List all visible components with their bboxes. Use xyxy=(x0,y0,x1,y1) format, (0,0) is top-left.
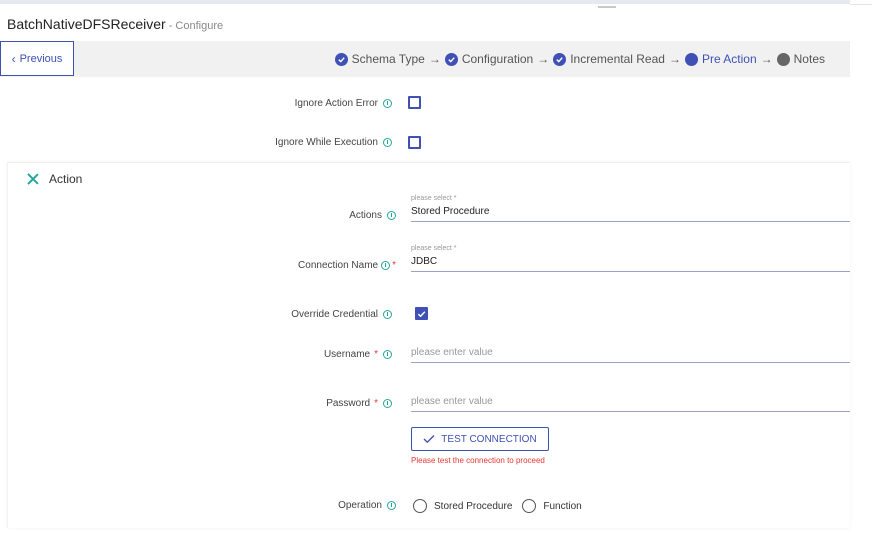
step-configuration[interactable]: Configuration xyxy=(444,52,534,66)
active-step-circle-icon xyxy=(684,52,698,66)
ignore-action-error-label: Ignore Action Error xyxy=(294,97,378,109)
page-title: BatchNativeDFSReceiver - Configure xyxy=(7,16,223,36)
step-arrow: → xyxy=(668,52,681,66)
step-arrow: → xyxy=(537,52,550,66)
check-circle-icon xyxy=(444,52,458,66)
actions-value: Stored Procedure xyxy=(411,206,490,217)
action-panel-header: Action xyxy=(27,172,82,186)
actions-underline xyxy=(411,221,850,222)
drag-handle[interactable] xyxy=(598,6,616,8)
actions-label: Actions xyxy=(349,209,382,221)
info-icon[interactable] xyxy=(387,210,396,220)
info-icon[interactable] xyxy=(383,349,392,359)
connection-name-hint: please select * xyxy=(411,245,457,252)
override-credential-checkbox[interactable] xyxy=(415,307,428,320)
step-label: Pre Action xyxy=(701,52,757,66)
step-label: Configuration xyxy=(461,52,534,66)
password-label-row: Password * xyxy=(200,396,392,410)
previous-label: Previous xyxy=(19,52,63,65)
password-label: Password xyxy=(326,397,371,409)
connection-name-label: Connection Name xyxy=(298,259,379,271)
override-credential-label-row: Override Credential xyxy=(200,307,392,321)
step-arrow: → xyxy=(760,52,773,66)
step-notes[interactable]: Notes xyxy=(776,52,825,66)
connection-name-underline xyxy=(411,271,850,272)
check-icon xyxy=(423,435,435,444)
pending-step-circle-icon xyxy=(776,52,790,66)
operation-label: Operation xyxy=(338,499,382,511)
operation-option-function[interactable]: Function xyxy=(522,499,582,513)
required-mark: * xyxy=(374,348,378,360)
stepper-bar: ‹ Previous Schema Type → Configuration →… xyxy=(0,41,850,77)
ignore-action-error-label-row: Ignore Action Error xyxy=(200,96,392,110)
step-incremental-read[interactable]: Incremental Read xyxy=(553,52,665,66)
test-connection-label: TEST CONNECTION xyxy=(441,433,537,445)
actions-label-row: Actions xyxy=(200,208,396,222)
info-icon[interactable] xyxy=(383,98,392,108)
step-arrow: → xyxy=(428,52,441,66)
check-icon xyxy=(417,310,426,317)
actions-select[interactable]: please select * Stored Procedure xyxy=(411,195,850,222)
info-icon[interactable] xyxy=(383,309,392,319)
operation-option-stored-procedure[interactable]: Stored Procedure xyxy=(413,499,512,513)
ignore-while-execution-checkbox[interactable] xyxy=(408,136,421,149)
info-icon[interactable] xyxy=(383,398,392,408)
gutter-line xyxy=(850,4,872,5)
connection-name-label-row: Connection Name * xyxy=(200,258,396,272)
operation-label-row: Operation xyxy=(200,498,396,512)
step-label: Incremental Read xyxy=(570,52,665,66)
username-label: Username xyxy=(323,348,371,360)
ignore-while-execution-label-row: Ignore While Execution xyxy=(200,135,392,149)
username-label-row: Username * xyxy=(200,347,392,361)
radio-label: Stored Procedure xyxy=(434,500,513,512)
step-label: Schema Type xyxy=(351,52,425,66)
operation-radio-group: Stored Procedure Function xyxy=(413,499,584,513)
right-gutter xyxy=(850,0,872,544)
override-credential-label: Override Credential xyxy=(291,308,378,320)
ignore-action-error-checkbox[interactable] xyxy=(408,96,421,109)
info-icon[interactable] xyxy=(383,137,392,147)
step-schema-type[interactable]: Schema Type xyxy=(334,52,425,66)
username-input[interactable] xyxy=(411,343,850,363)
previous-button[interactable]: ‹ Previous xyxy=(0,41,74,76)
radio-button[interactable] xyxy=(522,499,537,513)
app-subtitle: Configure xyxy=(175,20,224,32)
info-icon[interactable] xyxy=(381,260,391,270)
required-mark: * xyxy=(374,397,378,409)
info-icon[interactable] xyxy=(387,500,396,510)
step-pre-action[interactable]: Pre Action xyxy=(684,52,757,66)
connection-name-select[interactable]: please select * JDBC xyxy=(411,245,850,272)
connection-name-value: JDBC xyxy=(411,256,438,267)
app-title: BatchNativeDFSReceiver xyxy=(7,16,166,32)
check-circle-icon xyxy=(334,52,348,66)
radio-button[interactable] xyxy=(413,499,427,513)
password-input[interactable] xyxy=(411,392,850,412)
top-strip xyxy=(0,0,850,4)
test-connection-button[interactable]: TEST CONNECTION xyxy=(411,427,549,451)
ignore-while-execution-label: Ignore While Execution xyxy=(275,136,378,148)
actions-hint: please select * xyxy=(411,195,457,202)
radio-label: Function xyxy=(543,500,582,512)
check-circle-icon xyxy=(553,52,567,66)
action-panel-title: Action xyxy=(49,172,83,186)
chevron-left-icon: ‹ xyxy=(11,51,16,66)
stepper: Schema Type → Configuration → Incrementa… xyxy=(334,41,825,77)
close-icon[interactable] xyxy=(27,173,39,185)
step-label: Notes xyxy=(793,52,825,66)
test-connection-warning: Please test the connection to proceed xyxy=(411,456,545,465)
required-mark: * xyxy=(392,259,396,271)
title-separator: - xyxy=(168,20,173,32)
